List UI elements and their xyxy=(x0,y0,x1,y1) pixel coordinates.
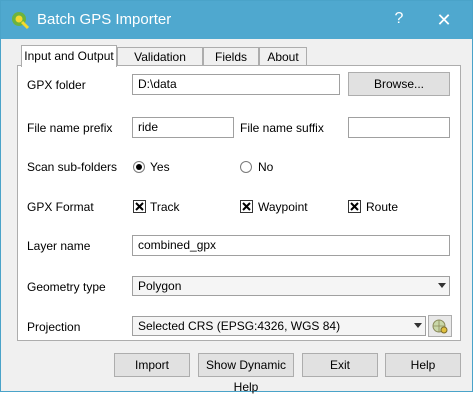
qgis-logo-icon xyxy=(10,10,30,30)
track-checkbox[interactable] xyxy=(133,200,146,213)
scan-yes-label: Yes xyxy=(150,160,170,174)
import-button[interactable]: Import xyxy=(114,353,190,377)
globe-gear-icon xyxy=(432,319,448,334)
close-window-button[interactable]: ✕ xyxy=(433,9,455,31)
chevron-down-icon xyxy=(438,283,446,288)
exit-button[interactable]: Exit xyxy=(302,353,378,377)
gpx-format-label: GPX Format xyxy=(27,200,94,214)
scan-subfolders-label: Scan sub-folders xyxy=(27,160,118,174)
projection-value: Selected CRS (EPSG:4326, WGS 84) xyxy=(138,319,341,333)
tab-about[interactable]: About xyxy=(259,47,307,65)
tab-validation[interactable]: Validation xyxy=(117,47,203,65)
browse-button[interactable]: Browse... xyxy=(348,72,450,96)
tab-fields[interactable]: Fields xyxy=(203,47,259,65)
geometry-type-select[interactable]: Polygon xyxy=(132,276,450,296)
help-button[interactable]: Help xyxy=(385,353,461,377)
route-checkbox[interactable] xyxy=(348,200,361,213)
crs-selector-button[interactable] xyxy=(428,315,452,337)
geometry-type-value: Polygon xyxy=(138,279,182,293)
projection-select[interactable]: Selected CRS (EPSG:4326, WGS 84) xyxy=(132,316,426,336)
input-output-panel: GPX folder D:\data Browse... File name p… xyxy=(17,65,461,341)
gpx-folder-input[interactable]: D:\data xyxy=(132,74,340,95)
layer-name-input[interactable]: combined_gpx xyxy=(132,235,450,256)
chevron-down-icon xyxy=(414,323,422,328)
window-title: Batch GPS Importer xyxy=(37,11,172,28)
prefix-input[interactable]: ride xyxy=(132,117,234,138)
show-dynamic-help-button[interactable]: Show Dynamic Help xyxy=(198,353,294,394)
title-bar: Batch GPS Importer ? ✕ xyxy=(1,1,472,39)
projection-label: Projection xyxy=(27,320,81,334)
gpx-folder-label: GPX folder xyxy=(27,78,86,92)
suffix-input[interactable] xyxy=(348,117,450,138)
geometry-type-label: Geometry type xyxy=(27,280,106,294)
layer-name-label: Layer name xyxy=(27,239,91,253)
track-label: Track xyxy=(150,200,180,214)
route-label: Route xyxy=(366,200,399,214)
context-help-button[interactable]: ? xyxy=(389,8,409,30)
scan-no-label: No xyxy=(258,160,274,174)
tab-input-output[interactable]: Input and Output xyxy=(21,45,117,67)
waypoint-label: Waypoint xyxy=(258,200,308,214)
waypoint-checkbox[interactable] xyxy=(240,200,253,213)
prefix-label: File name prefix xyxy=(27,121,113,135)
scan-yes-radio[interactable] xyxy=(133,161,145,173)
batch-gps-importer-dialog: Batch GPS Importer ? ✕ Input and Output … xyxy=(0,0,473,394)
suffix-label: File name suffix xyxy=(240,121,324,135)
scan-no-radio[interactable] xyxy=(240,161,252,173)
